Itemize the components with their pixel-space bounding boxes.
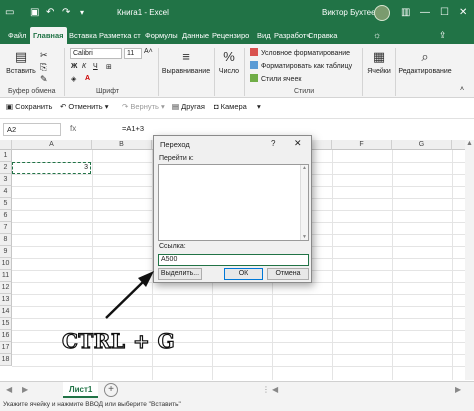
annotation-arrow-line (105, 279, 146, 319)
hotkey-annotation: CTRL + G (61, 328, 176, 353)
